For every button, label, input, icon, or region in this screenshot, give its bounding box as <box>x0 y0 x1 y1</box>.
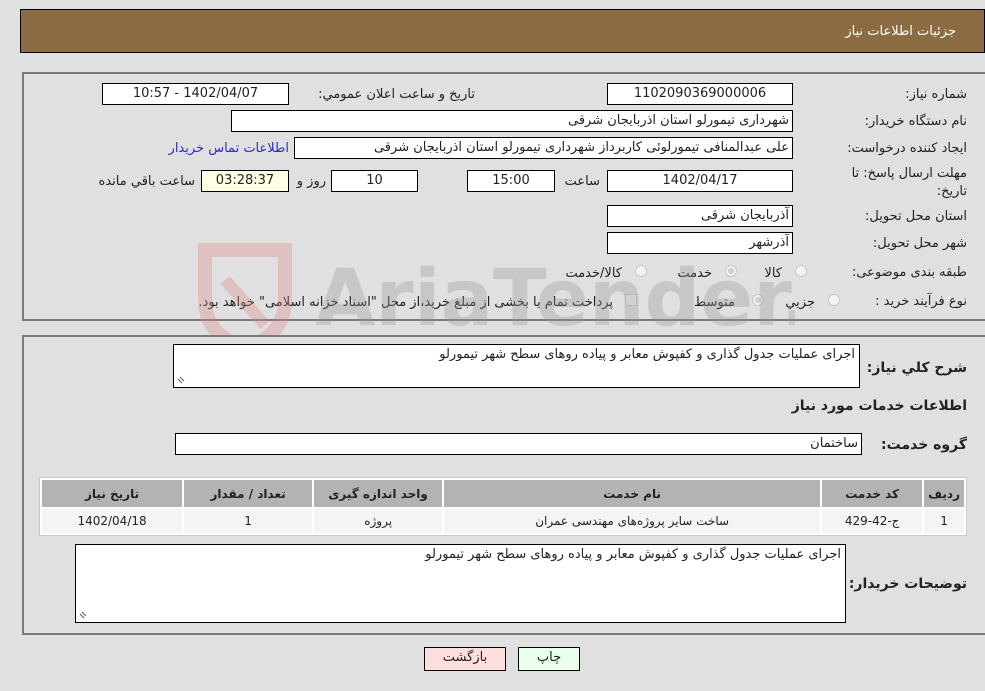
col-header-need-date: تاریخ نیاز <box>42 480 183 507</box>
category-label: طبقه بندی موضوعی: <box>851 265 967 280</box>
resize-handle-icon[interactable] <box>176 375 186 385</box>
requester-field: علی عبدالمنافی تیمورلوئی کاربرداز شهردار… <box>294 137 793 159</box>
days-remaining-field: 10 <box>331 170 418 192</box>
table-row: 1 ج-42-429 ساخت سایر پروژه‌های مهندسی عم… <box>42 509 964 533</box>
category-radio-service[interactable] <box>725 265 737 277</box>
buyer-notes-label: توضیحات خریدار: <box>848 576 967 592</box>
purchase-type-label: نوع فرآیند خرید : <box>875 294 967 309</box>
col-header-service-name: نام خدمت <box>444 480 821 507</box>
buyer-notes-textarea[interactable]: اجرای عملیات جدول گذاری و کفپوش معابر و … <box>75 544 846 623</box>
buyer-contact-link[interactable]: اطلاعات تماس خریدار <box>169 141 289 156</box>
page-header: جزئیات اطلاعات نیاز <box>20 9 985 53</box>
buyer-org-label: نام دستگاه خریدار: <box>864 114 967 129</box>
general-desc-text: اجرای عملیات جدول گذاری و کفپوش معابر و … <box>439 347 855 362</box>
category-option-goods: کالا <box>764 266 782 281</box>
col-header-row-number: ردیف <box>924 480 964 507</box>
resize-handle-icon[interactable] <box>78 610 88 620</box>
back-button[interactable]: بازگشت <box>424 647 506 671</box>
purchase-radio-medium[interactable] <box>752 294 764 306</box>
deadline-time-label: ساعت <box>564 174 600 189</box>
cell-service-code: ج-42-429 <box>822 509 923 533</box>
general-desc-label: شرح کلي نیاز: <box>866 360 967 376</box>
need-number-label: شماره نیاز: <box>905 87 967 102</box>
col-header-quantity: تعداد / مقدار <box>184 480 313 507</box>
days-label: روز و <box>296 174 326 189</box>
delivery-city-label: شهر محل تحویل: <box>872 236 967 251</box>
page-title: جزئیات اطلاعات نیاز <box>845 24 956 39</box>
services-table: ردیف کد خدمت نام خدمت واحد اندازه گیری ت… <box>39 477 967 536</box>
requester-label: ایجاد کننده درخواست: <box>847 141 967 156</box>
delivery-province-field: آذربایجان شرقی <box>607 205 793 227</box>
treasury-checkbox-label: پرداخت تمام یا بخشی از مبلغ خرید،از محل … <box>198 295 613 310</box>
deadline-time-field: 15:00 <box>467 170 555 192</box>
deadline-label-2: تاریخ: <box>936 184 967 199</box>
col-header-unit: واحد اندازه گیری <box>314 480 443 507</box>
category-radio-goods[interactable] <box>795 265 807 277</box>
need-number-field: 1102090369000006 <box>607 83 793 105</box>
table-header-row: ردیف کد خدمت نام خدمت واحد اندازه گیری ت… <box>42 480 964 507</box>
purchase-option-minor: جزيي <box>785 295 815 310</box>
cell-service-name: ساخت سایر پروژه‌های مهندسی عمران <box>444 509 821 533</box>
deadline-date-field: 1402/04/17 <box>607 170 793 192</box>
general-desc-textarea[interactable]: اجرای عملیات جدول گذاری و کفپوش معابر و … <box>173 344 860 388</box>
treasury-checkbox[interactable] <box>625 294 637 306</box>
announce-datetime-label: تاریخ و ساعت اعلان عمومي: <box>318 87 475 102</box>
delivery-province-label: استان محل تحویل: <box>865 209 967 224</box>
time-remaining-label: ساعت باقي مانده <box>98 174 195 189</box>
purchase-option-medium: متوسط <box>694 295 735 310</box>
buyer-org-field: شهرداری تیمورلو استان اذربایجان شرقی <box>231 110 793 132</box>
category-option-service: خدمت <box>677 266 712 281</box>
announce-datetime-field: 1402/04/07 - 10:57 <box>102 83 289 105</box>
buyer-notes-text: اجرای عملیات جدول گذاری و کفپوش معابر و … <box>425 547 841 562</box>
service-group-label: گروه خدمت: <box>881 437 967 453</box>
print-button[interactable]: چاپ <box>518 647 580 671</box>
time-remaining-field: 03:28:37 <box>201 170 289 192</box>
category-radio-goods-service[interactable] <box>635 265 647 277</box>
cell-need-date: 1402/04/18 <box>42 509 183 533</box>
purchase-radio-minor[interactable] <box>828 294 840 306</box>
services-section-title: اطلاعات خدمات مورد نیاز <box>791 398 967 414</box>
cell-row-number: 1 <box>924 509 964 533</box>
cell-quantity: 1 <box>184 509 313 533</box>
cell-unit: پروژه <box>314 509 443 533</box>
service-group-field: ساختمان <box>175 433 862 455</box>
deadline-label: مهلت ارسال پاسخ: تا <box>851 166 967 181</box>
delivery-city-field: آذرشهر <box>607 232 793 254</box>
col-header-service-code: کد خدمت <box>822 480 923 507</box>
category-option-goods-service: کالا/خدمت <box>565 266 622 281</box>
